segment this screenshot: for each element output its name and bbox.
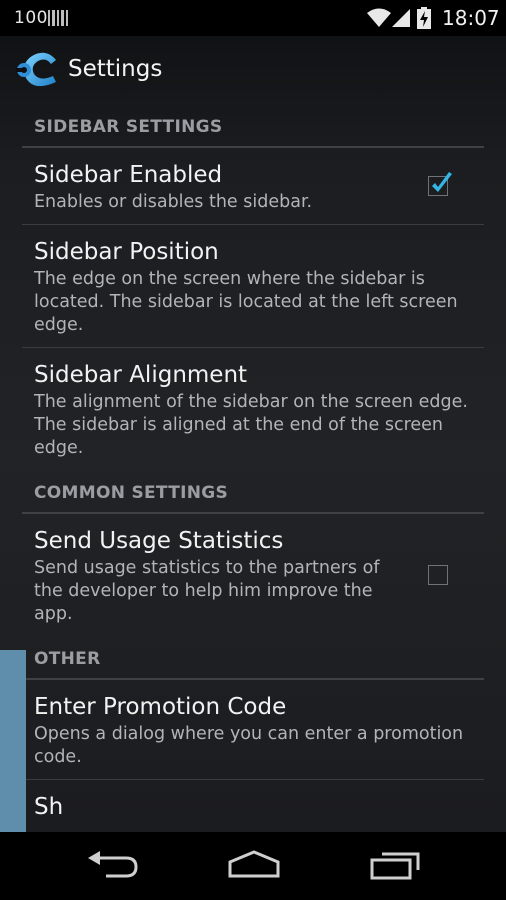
pref-title: Sh (34, 794, 64, 820)
section-header-other: OTHER (22, 636, 484, 680)
pref-title: Sidebar Enabled (34, 162, 223, 188)
section-header-sidebar: SIDEBAR SETTINGS (22, 104, 484, 148)
wrench-app-icon[interactable] (16, 50, 62, 90)
signal-icon (392, 9, 410, 27)
status-bar: 100 18:07 (0, 0, 506, 36)
usage-statistics-checkbox[interactable] (428, 565, 448, 585)
sidebar-enabled-checkbox[interactable] (428, 172, 452, 196)
clock: 18:07 (442, 6, 500, 30)
pref-sidebar-alignment[interactable]: Sidebar Alignment The alignment of the s… (22, 348, 484, 470)
action-bar: Settings (0, 36, 506, 104)
pref-title: Send Usage Statistics (34, 528, 284, 554)
sidebar-edge-handle[interactable] (0, 650, 26, 832)
home-icon[interactable] (226, 850, 282, 882)
checkmark-icon (432, 172, 452, 192)
pref-summary: Send usage statistics to the partners of… (34, 558, 380, 624)
recent-apps-icon[interactable] (370, 850, 422, 882)
pref-send-usage-statistics[interactable]: Send Usage Statistics Send usage statist… (22, 514, 484, 636)
back-icon[interactable] (86, 850, 138, 882)
pref-title: Sidebar Alignment (34, 362, 248, 388)
pref-title: Enter Promotion Code (34, 694, 287, 720)
page-title: Settings (68, 56, 163, 82)
pref-enter-promotion-code[interactable]: Enter Promotion Code Opens a dialog wher… (22, 680, 484, 780)
pref-partial-item[interactable]: Sh (22, 780, 484, 832)
battery-charging-icon (417, 7, 431, 29)
barcode-icon (48, 10, 70, 26)
pref-summary: The alignment of the sidebar on the scre… (34, 392, 468, 458)
section-header-common: COMMON SETTINGS (22, 470, 484, 514)
settings-screen: 100 18:07 Settings SIDEBAR SETTINGS Side… (0, 0, 506, 832)
pref-summary: The edge on the screen where the sidebar… (34, 269, 458, 335)
pref-sidebar-position[interactable]: Sidebar Position The edge on the screen … (22, 225, 484, 348)
pref-sidebar-enabled[interactable]: Sidebar Enabled Enables or disables the … (22, 148, 484, 225)
pref-title: Sidebar Position (34, 239, 219, 265)
navigation-bar (0, 832, 506, 900)
preference-list: SIDEBAR SETTINGS Sidebar Enabled Enables… (0, 104, 506, 832)
battery-level-text: 100 (14, 8, 48, 28)
pref-summary: Enables or disables the sidebar. (34, 192, 313, 212)
pref-summary: Opens a dialog where you can enter a pro… (34, 724, 464, 767)
wifi-icon (367, 8, 391, 27)
